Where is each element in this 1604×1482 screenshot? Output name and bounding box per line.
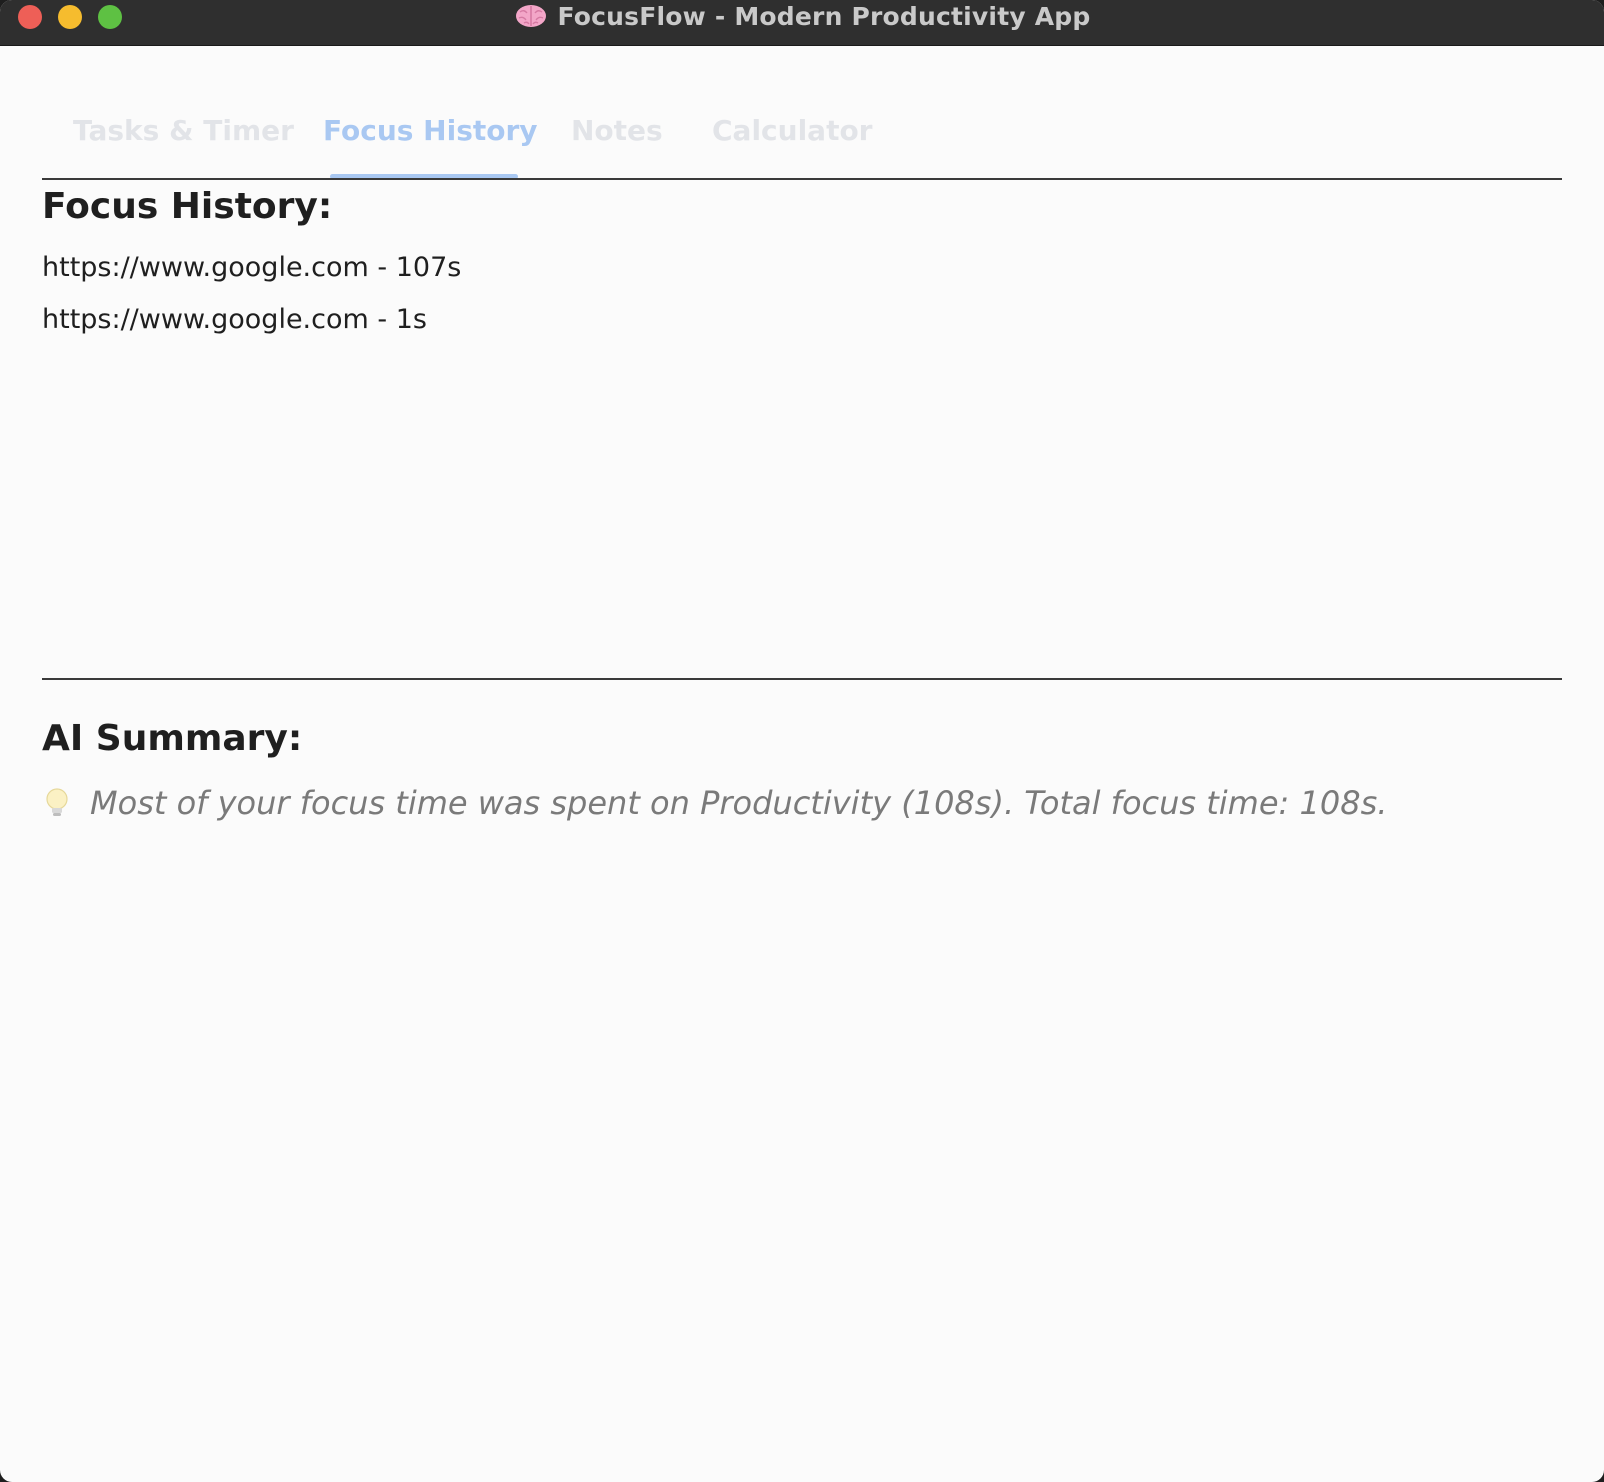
tab-calculator[interactable]: Calculator [712,114,873,147]
lightbulb-icon [42,786,72,820]
ai-summary: Most of your focus time was spent on Pro… [42,784,1387,822]
tab-bar: Tasks & Timer Focus History Notes Calcul… [42,100,1562,179]
section-divider [42,678,1562,680]
tab-bar-divider [42,178,1562,180]
app-window: FocusFlow - Modern Productivity App Task… [0,0,1604,1482]
tab-tasks-timer[interactable]: Tasks & Timer [73,114,294,147]
tab-focus-history[interactable]: Focus History [323,114,538,147]
tab-notes[interactable]: Notes [571,114,663,147]
list-item: https://www.google.com - 107s [42,252,462,283]
ai-summary-text: Most of your focus time was spent on Pro… [90,784,1388,822]
ai-summary-heading: AI Summary: [42,718,303,759]
focus-history-heading: Focus History: [42,186,333,227]
window-title-group: FocusFlow - Modern Productivity App [0,0,1604,32]
list-item: https://www.google.com - 1s [42,304,427,335]
brain-icon [514,3,548,29]
window-title: FocusFlow - Modern Productivity App [557,1,1091,31]
title-bar[interactable]: FocusFlow - Modern Productivity App [0,0,1604,46]
